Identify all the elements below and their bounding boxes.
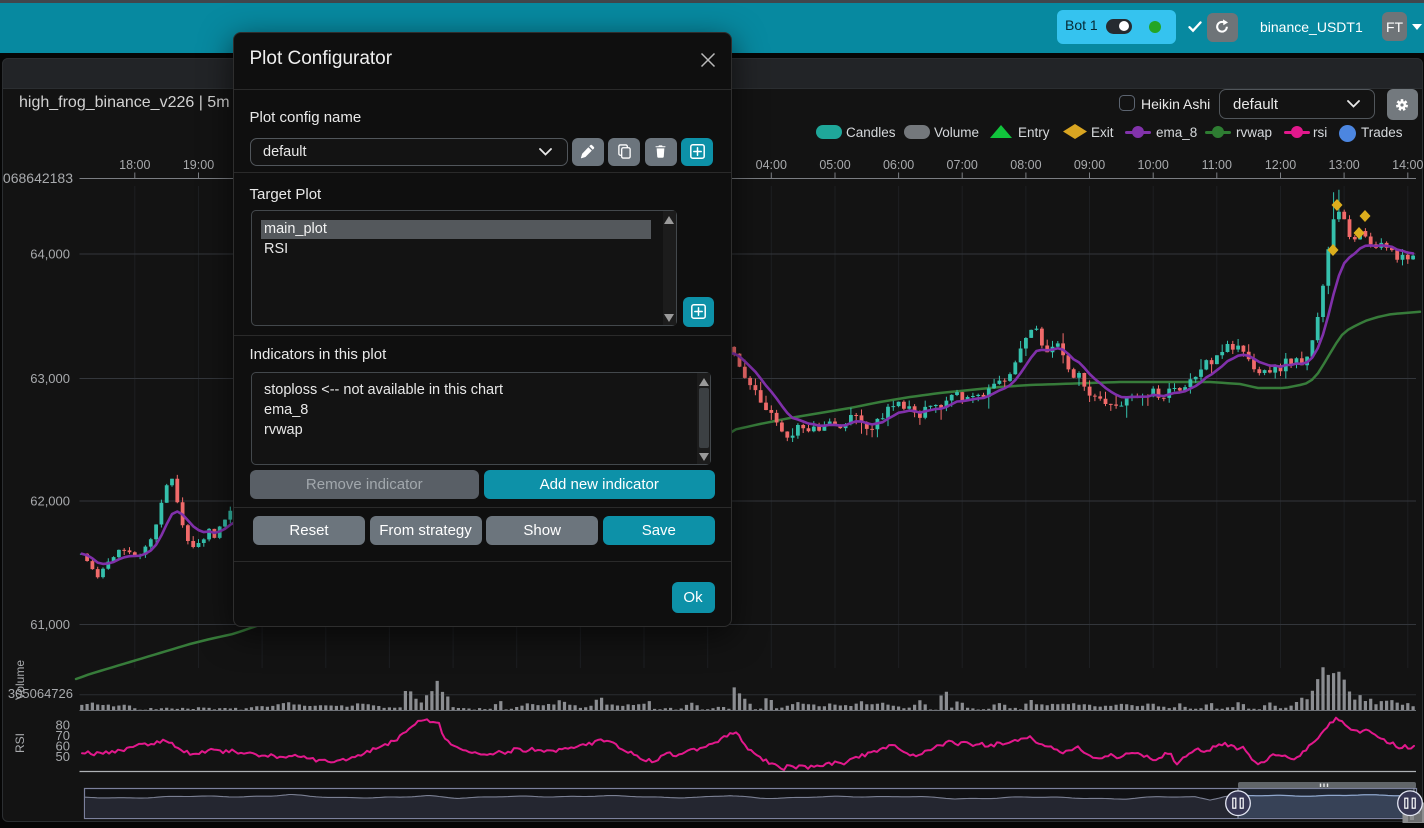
svg-text:50: 50 bbox=[56, 749, 70, 764]
svg-text:14:00: 14:00 bbox=[1392, 158, 1423, 172]
svg-text:12:00: 12:00 bbox=[1265, 158, 1296, 172]
svg-text:06:00: 06:00 bbox=[883, 158, 914, 172]
svg-text:18:00: 18:00 bbox=[119, 158, 150, 172]
svg-text:13:00: 13:00 bbox=[1328, 158, 1359, 172]
svg-text:09:00: 09:00 bbox=[1074, 158, 1105, 172]
svg-text:61,000: 61,000 bbox=[30, 617, 70, 632]
svg-text:04:00: 04:00 bbox=[756, 158, 787, 172]
svg-text:64,000: 64,000 bbox=[30, 247, 70, 262]
svg-text:08:00: 08:00 bbox=[1010, 158, 1041, 172]
svg-text:RSI: RSI bbox=[13, 733, 27, 753]
svg-text:10:00: 10:00 bbox=[1138, 158, 1169, 172]
svg-text:Volume: Volume bbox=[13, 660, 27, 700]
svg-text:05:00: 05:00 bbox=[819, 158, 850, 172]
svg-text:62,000: 62,000 bbox=[30, 494, 70, 509]
svg-text:19:00: 19:00 bbox=[183, 158, 214, 172]
svg-text:63,000: 63,000 bbox=[30, 371, 70, 386]
svg-text:11:00: 11:00 bbox=[1202, 158, 1232, 172]
svg-text:068642183: 068642183 bbox=[3, 170, 73, 186]
svg-text:07:00: 07:00 bbox=[947, 158, 978, 172]
